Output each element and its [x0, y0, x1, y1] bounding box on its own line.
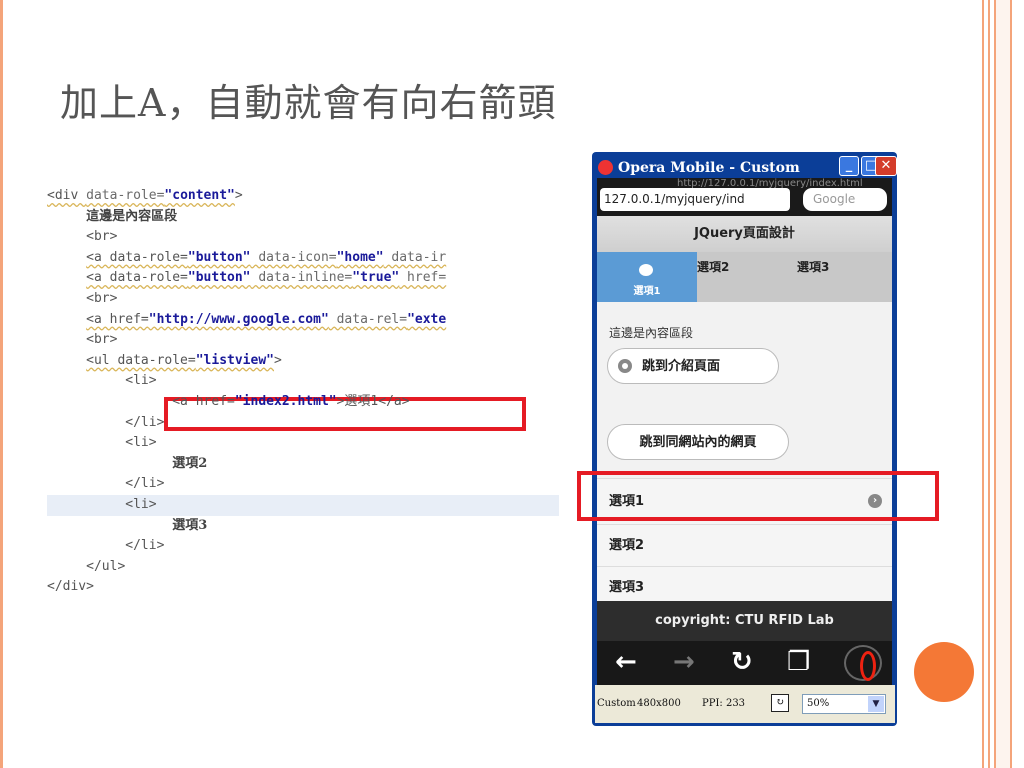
search-input[interactable]: Google	[803, 188, 887, 211]
nav-item-2[interactable]: 選項2	[697, 252, 757, 302]
code-line: <li>	[125, 435, 157, 451]
tabs-icon[interactable]: ❐	[787, 647, 810, 677]
opera-mobile-window: Opera Mobile - Custom _ □ ✕ http://127.0…	[592, 152, 897, 726]
navbar: 選項1 選項2 選項3	[597, 252, 892, 302]
code-line: 選項2	[172, 455, 208, 471]
slide-left-border	[0, 0, 3, 768]
nav-item-3[interactable]: 選項3	[797, 252, 857, 302]
minimize-button[interactable]: _	[839, 156, 859, 176]
radio-icon	[618, 359, 632, 373]
reload-icon[interactable]: ↻	[731, 647, 753, 677]
code-line: </li>	[125, 538, 165, 554]
web-page: JQuery頁面設計 選項1 選項2 選項3 這邊是內容區段 跳到介紹頁面 跳到…	[597, 216, 892, 641]
forward-icon[interactable]: →	[673, 647, 695, 677]
code-line: <li>	[47, 494, 559, 516]
list-item[interactable]: 選項2	[597, 524, 892, 566]
decorative-circle	[914, 642, 974, 702]
nav-item-label: 選項3	[797, 260, 830, 274]
list-highlight-box	[577, 471, 939, 521]
url-input[interactable]: 127.0.0.1/myjquery/ind	[600, 188, 790, 211]
code-listing: <div data-role="content"> 這邊是內容區段 <br> <…	[47, 186, 559, 598]
nav-item-1[interactable]: 選項1	[597, 252, 697, 302]
resolution-label: 480x800	[637, 698, 681, 709]
ppi-label: PPI: 233	[702, 698, 746, 709]
address-bar-area: http://127.0.0.1/myjquery/index.html 127…	[597, 178, 892, 216]
close-button[interactable]: ✕	[875, 156, 897, 176]
back-icon[interactable]: ←	[615, 647, 637, 677]
slide-title: 加上A，自動就會有向右箭頭	[60, 81, 557, 125]
code-line: <a href="http://www.google.com" data-rel…	[86, 311, 447, 327]
content-text: 這邊是內容區段	[609, 326, 694, 340]
code-line: <br>	[86, 290, 118, 306]
code-line: <a data-role="button" data-inline="true"…	[86, 270, 447, 286]
code-line: <li>	[125, 373, 157, 389]
chevron-down-icon[interactable]: ▼	[868, 696, 884, 712]
code-line: 選項3	[172, 517, 208, 533]
code-line: </div>	[47, 579, 94, 595]
code-line: <a data-role="button" data-icon="home" d…	[86, 249, 447, 265]
nav-item-label: 選項1	[633, 286, 661, 297]
button-label: 跳到介紹頁面	[642, 359, 721, 374]
page-header: JQuery頁面設計	[597, 216, 892, 252]
home-icon	[639, 264, 653, 276]
code-line: <br>	[86, 229, 118, 245]
window-title: Opera Mobile - Custom	[618, 160, 800, 176]
same-site-page-button[interactable]: 跳到同網站內的網頁	[607, 424, 789, 460]
opera-nav-toolbar: ← → ↻ ❐	[597, 641, 892, 685]
slide: 加上A，自動就會有向右箭頭 <div data-role="content"> …	[0, 0, 1024, 768]
nav-item-label: 選項2	[697, 260, 730, 274]
opera-menu-icon[interactable]	[844, 645, 882, 681]
rotate-icon[interactable]: ↻	[771, 694, 789, 712]
emulator-statusbar: Custom 480x800 PPI: 233 ↻ 50% ▼	[595, 685, 895, 723]
code-line: </li>	[125, 476, 165, 492]
code-line: </ul>	[86, 558, 126, 574]
opera-logo-icon	[598, 160, 613, 175]
intro-page-button[interactable]: 跳到介紹頁面	[607, 348, 779, 384]
slide-right-border	[982, 0, 1024, 768]
page-footer: copyright: CTU RFID Lab	[597, 601, 892, 641]
zoom-select[interactable]: 50% ▼	[802, 694, 886, 714]
code-line: <ul data-role="listview">	[86, 352, 282, 368]
zoom-value: 50%	[807, 698, 830, 709]
code-line: <br>	[86, 332, 118, 348]
code-line: <div data-role="content">	[47, 188, 243, 203]
profile-label: Custom	[597, 698, 636, 709]
code-line: 這邊是內容區段	[86, 208, 178, 224]
